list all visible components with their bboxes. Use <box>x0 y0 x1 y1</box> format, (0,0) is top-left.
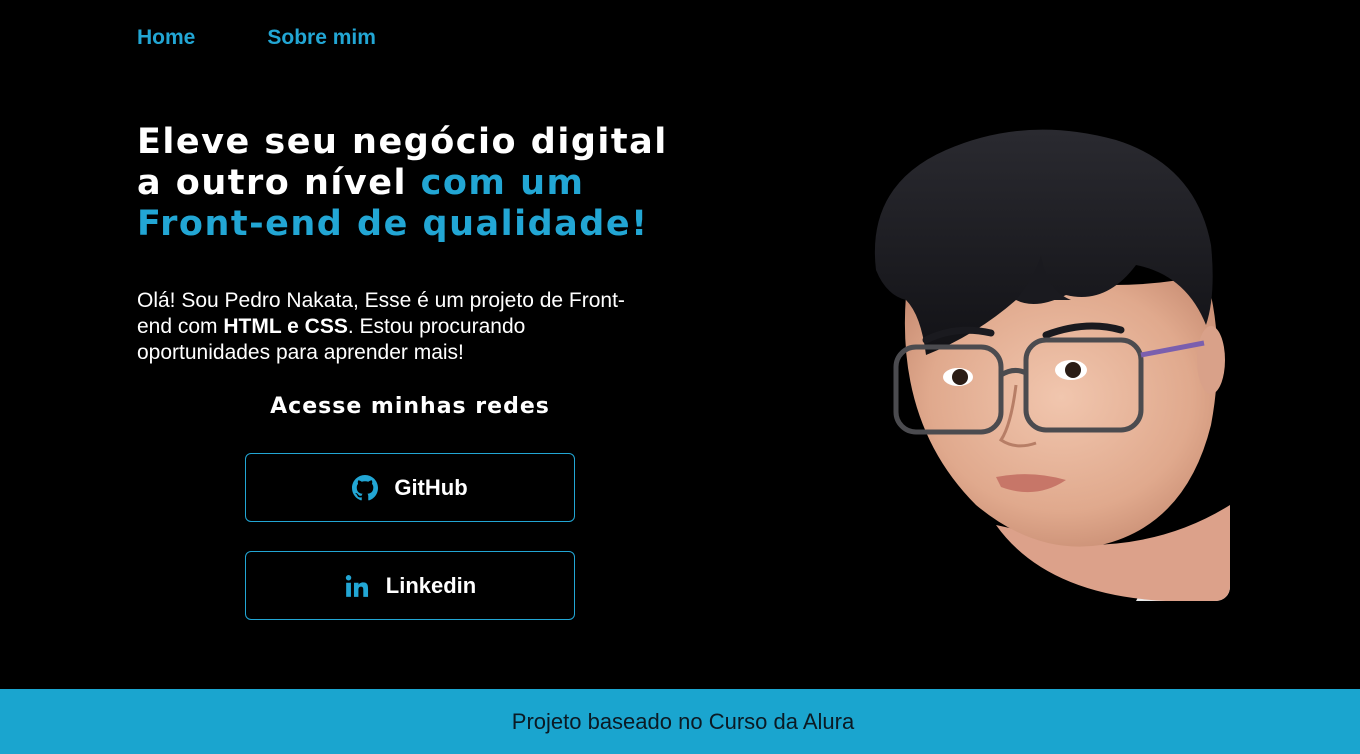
headline-text-white: Eleve seu negócio digital a outro nível <box>137 122 668 203</box>
github-icon <box>352 474 379 501</box>
hero-intro: Olá! Sou Pedro Nakata, Esse é um projeto… <box>137 288 657 366</box>
github-button-label: GitHub <box>394 474 468 500</box>
hero-headline: Eleve seu negócio digital a outro nível … <box>137 122 697 245</box>
top-nav: Home Sobre mim <box>137 26 376 50</box>
linkedin-icon <box>344 573 370 599</box>
footer-text: Projeto baseado no Curso da Alura <box>511 708 855 734</box>
linkedin-button-label: Linkedin <box>385 572 477 598</box>
social-section-title: Acesse minhas redes <box>270 394 550 419</box>
hero-section: Eleve seu negócio digital a outro nível … <box>137 122 697 366</box>
linkedin-button[interactable]: Linkedin <box>245 551 575 620</box>
profile-photo <box>866 125 1230 601</box>
intro-bold-text: HTML e CSS <box>223 315 348 338</box>
nav-home-link[interactable]: Home <box>137 26 195 50</box>
page-footer: Projeto baseado no Curso da Alura <box>0 689 1360 754</box>
github-button[interactable]: GitHub <box>245 453 575 522</box>
nav-about-link[interactable]: Sobre mim <box>267 26 376 50</box>
